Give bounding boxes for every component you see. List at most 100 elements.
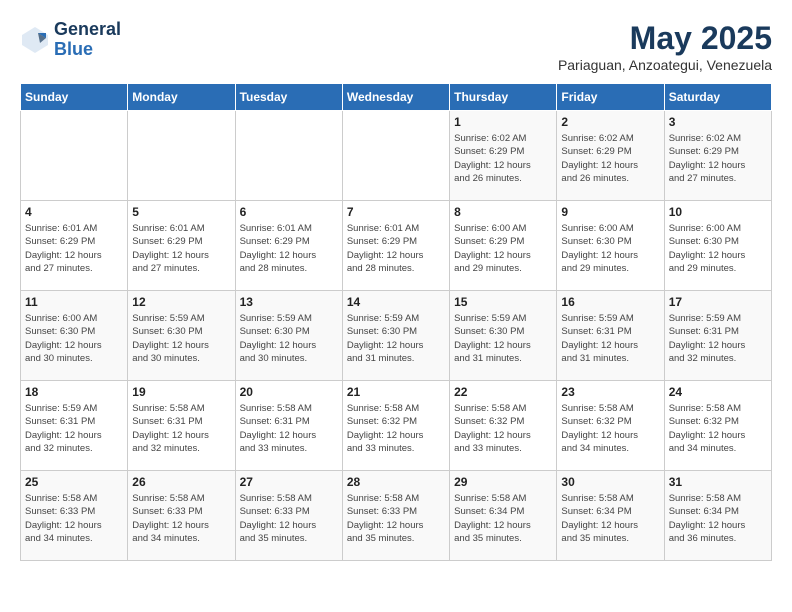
day-cell: 8 Sunrise: 6:00 AM Sunset: 6:29 PM Daylig… [450,201,557,291]
header-cell-sunday: Sunday [21,84,128,111]
day-number: 12 [132,295,230,309]
day-cell: 14 Sunrise: 5:59 AM Sunset: 6:30 PM Dayli… [342,291,449,381]
day-number: 28 [347,475,445,489]
header-cell-monday: Monday [128,84,235,111]
day-number: 23 [561,385,659,399]
logo: General Blue [20,20,121,60]
day-cell: 7 Sunrise: 6:01 AM Sunset: 6:29 PM Daylig… [342,201,449,291]
day-number: 3 [669,115,767,129]
day-info: Sunrise: 6:02 AM Sunset: 6:29 PM Dayligh… [561,132,659,185]
day-cell: 12 Sunrise: 5:59 AM Sunset: 6:30 PM Dayli… [128,291,235,381]
header: General Blue May 2025 Pariaguan, Anzoate… [20,20,772,73]
day-info: Sunrise: 6:00 AM Sunset: 6:29 PM Dayligh… [454,222,552,275]
day-number: 16 [561,295,659,309]
day-info: Sunrise: 5:59 AM Sunset: 6:30 PM Dayligh… [454,312,552,365]
day-number: 22 [454,385,552,399]
day-info: Sunrise: 5:58 AM Sunset: 6:31 PM Dayligh… [132,402,230,455]
calendar-table: SundayMondayTuesdayWednesdayThursdayFrid… [20,83,772,561]
title-area: May 2025 Pariaguan, Anzoategui, Venezuel… [558,20,772,73]
calendar-body: 1Sunrise: 6:02 AM Sunset: 6:29 PM Daylig… [21,111,772,561]
day-info: Sunrise: 5:58 AM Sunset: 6:32 PM Dayligh… [669,402,767,455]
day-info: Sunrise: 6:02 AM Sunset: 6:29 PM Dayligh… [454,132,552,185]
day-cell: 25 Sunrise: 5:58 AM Sunset: 6:33 PM Dayli… [21,471,128,561]
day-number: 30 [561,475,659,489]
logo-text: General Blue [54,20,121,60]
day-number: 26 [132,475,230,489]
day-info: Sunrise: 5:58 AM Sunset: 6:34 PM Dayligh… [669,492,767,545]
calendar-header: SundayMondayTuesdayWednesdayThursdayFrid… [21,84,772,111]
day-cell: 11Sunrise: 6:00 AM Sunset: 6:30 PM Dayli… [21,291,128,381]
day-cell: 9 Sunrise: 6:00 AM Sunset: 6:30 PM Daylig… [557,201,664,291]
day-number: 21 [347,385,445,399]
day-info: Sunrise: 5:58 AM Sunset: 6:32 PM Dayligh… [454,402,552,455]
day-info: Sunrise: 6:00 AM Sunset: 6:30 PM Dayligh… [669,222,767,275]
day-number: 5 [132,205,230,219]
day-cell [21,111,128,201]
week-row-1: 1Sunrise: 6:02 AM Sunset: 6:29 PM Daylig… [21,111,772,201]
day-number: 7 [347,205,445,219]
day-cell: 2 Sunrise: 6:02 AM Sunset: 6:29 PM Daylig… [557,111,664,201]
week-row-3: 11Sunrise: 6:00 AM Sunset: 6:30 PM Dayli… [21,291,772,381]
logo-icon [20,25,50,55]
day-cell: 26Sunrise: 5:58 AM Sunset: 6:33 PM Dayli… [128,471,235,561]
day-cell: 3 Sunrise: 6:02 AM Sunset: 6:29 PM Daylig… [664,111,771,201]
day-number: 8 [454,205,552,219]
day-info: Sunrise: 5:59 AM Sunset: 6:31 PM Dayligh… [669,312,767,365]
day-info: Sunrise: 6:00 AM Sunset: 6:30 PM Dayligh… [25,312,123,365]
day-number: 9 [561,205,659,219]
day-cell: 24Sunrise: 5:58 AM Sunset: 6:32 PM Dayli… [664,381,771,471]
day-info: Sunrise: 5:58 AM Sunset: 6:34 PM Dayligh… [561,492,659,545]
calendar-subtitle: Pariaguan, Anzoategui, Venezuela [558,57,772,73]
day-info: Sunrise: 6:01 AM Sunset: 6:29 PM Dayligh… [347,222,445,275]
day-number: 19 [132,385,230,399]
day-cell: 4Sunrise: 6:01 AM Sunset: 6:29 PM Daylig… [21,201,128,291]
day-number: 31 [669,475,767,489]
day-number: 6 [240,205,338,219]
day-number: 14 [347,295,445,309]
day-number: 25 [25,475,123,489]
day-cell: 6 Sunrise: 6:01 AM Sunset: 6:29 PM Daylig… [235,201,342,291]
day-number: 17 [669,295,767,309]
day-cell: 1Sunrise: 6:02 AM Sunset: 6:29 PM Daylig… [450,111,557,201]
day-number: 15 [454,295,552,309]
day-cell: 23 Sunrise: 5:58 AM Sunset: 6:32 PM Dayli… [557,381,664,471]
week-row-2: 4 Sunrise: 6:01 AM Sunset: 6:29 PM Daylig… [21,201,772,291]
day-number: 2 [561,115,659,129]
day-cell: 13Sunrise: 5:59 AM Sunset: 6:30 PM Dayli… [235,291,342,381]
day-cell: 20 Sunrise: 5:58 AM Sunset: 6:31 PM Dayli… [235,381,342,471]
day-number: 10 [669,205,767,219]
day-info: Sunrise: 5:58 AM Sunset: 6:33 PM Dayligh… [240,492,338,545]
day-cell [235,111,342,201]
day-number: 20 [240,385,338,399]
day-info: Sunrise: 5:58 AM Sunset: 6:31 PM Dayligh… [240,402,338,455]
day-info: Sunrise: 6:01 AM Sunset: 6:29 PM Dayligh… [240,222,338,275]
day-number: 18 [25,385,123,399]
day-info: Sunrise: 5:59 AM Sunset: 6:31 PM Dayligh… [561,312,659,365]
day-cell: 27 Sunrise: 5:58 AM Sunset: 6:33 PM Dayli… [235,471,342,561]
header-row: SundayMondayTuesdayWednesdayThursdayFrid… [21,84,772,111]
day-info: Sunrise: 5:58 AM Sunset: 6:33 PM Dayligh… [25,492,123,545]
day-number: 4 [25,205,123,219]
header-cell-saturday: Saturday [664,84,771,111]
day-cell: 5 Sunrise: 6:01 AM Sunset: 6:29 PM Daylig… [128,201,235,291]
day-cell: 10 Sunrise: 6:00 AM Sunset: 6:30 PM Dayli… [664,201,771,291]
day-cell: 31 Sunrise: 5:58 AM Sunset: 6:34 PM Dayli… [664,471,771,561]
day-cell [342,111,449,201]
day-number: 27 [240,475,338,489]
day-info: Sunrise: 6:00 AM Sunset: 6:30 PM Dayligh… [561,222,659,275]
calendar-title: May 2025 [558,20,772,57]
day-cell [128,111,235,201]
day-cell: 30 Sunrise: 5:58 AM Sunset: 6:34 PM Dayli… [557,471,664,561]
day-info: Sunrise: 6:01 AM Sunset: 6:29 PM Dayligh… [132,222,230,275]
day-cell: 16 Sunrise: 5:59 AM Sunset: 6:31 PM Dayli… [557,291,664,381]
day-number: 29 [454,475,552,489]
day-info: Sunrise: 6:02 AM Sunset: 6:29 PM Dayligh… [669,132,767,185]
day-info: Sunrise: 5:58 AM Sunset: 6:34 PM Dayligh… [454,492,552,545]
day-info: Sunrise: 5:59 AM Sunset: 6:30 PM Dayligh… [347,312,445,365]
day-info: Sunrise: 5:59 AM Sunset: 6:30 PM Dayligh… [132,312,230,365]
day-info: Sunrise: 5:58 AM Sunset: 6:32 PM Dayligh… [561,402,659,455]
day-cell: 29 Sunrise: 5:58 AM Sunset: 6:34 PM Dayli… [450,471,557,561]
day-cell: 21Sunrise: 5:58 AM Sunset: 6:32 PM Dayli… [342,381,449,471]
day-number: 13 [240,295,338,309]
day-info: Sunrise: 5:58 AM Sunset: 6:33 PM Dayligh… [347,492,445,545]
